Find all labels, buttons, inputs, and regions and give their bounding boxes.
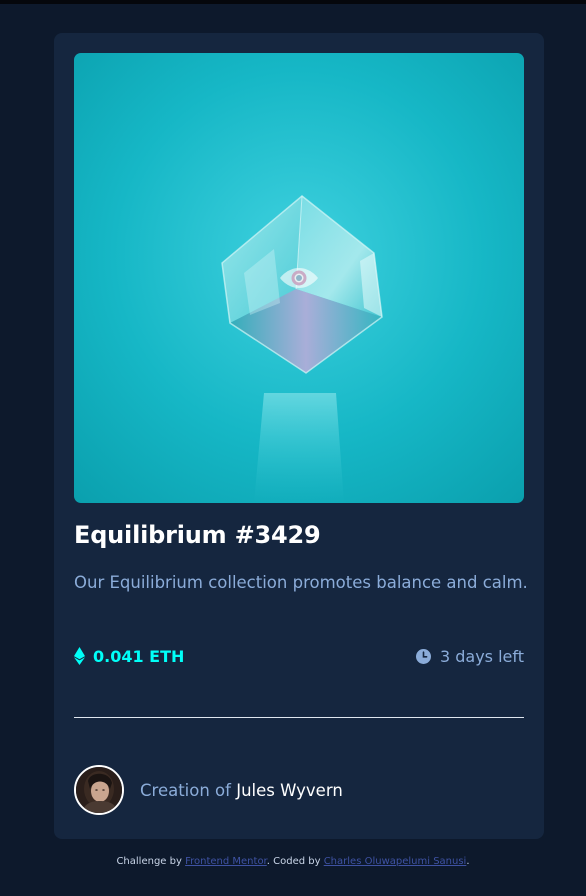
attribution-prefix: Challenge by [116,856,182,867]
time-left-value: 3 days left [439,646,524,666]
author-link[interactable]: Charles Oluwapelumi Sanusi [324,856,467,867]
clock-icon [415,648,431,664]
top-bar [0,0,586,4]
creator-prefix: Creation of [140,780,231,800]
creator-name-link[interactable]: Jules Wyvern [236,781,343,800]
price: 0.041 ETH [74,644,184,668]
price-value: 0.041 ETH [93,646,185,666]
ethereum-icon [74,647,85,665]
nft-card: Equilibrium #3429 Our Equilibrium collec… [54,33,544,839]
nft-title[interactable]: Equilibrium #3429 [74,519,321,551]
eye-icon [277,262,321,294]
divider [74,717,524,718]
attribution-suffix: . [466,856,470,867]
time-left: 3 days left [415,644,524,668]
creator: Creation of Jules Wyvern [74,765,343,815]
nft-image[interactable] [74,53,524,503]
frontend-mentor-link[interactable]: Frontend Mentor [185,856,267,867]
nft-description: Our Equilibrium collection promotes bala… [74,573,528,592]
attribution: Challenge by Frontend Mentor. Coded by C… [0,854,586,870]
avatar [74,765,124,815]
attribution-middle: . Coded by [266,856,321,867]
creator-text: Creation of Jules Wyvern [140,781,343,800]
